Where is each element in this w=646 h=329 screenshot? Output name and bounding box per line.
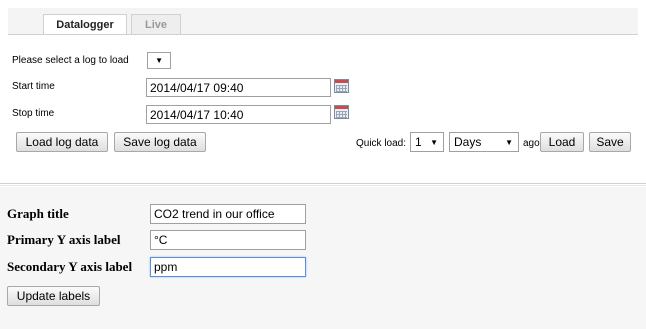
section-divider-shadow [0, 185, 646, 186]
start-calendar-icon[interactable] [334, 79, 349, 93]
save-log-data-button[interactable]: Save log data [114, 132, 206, 152]
stop-time-input[interactable] [146, 105, 331, 124]
quick-load-unit-value: Days [454, 135, 482, 149]
tab-bar: Datalogger Live [8, 8, 638, 35]
ago-label: ago [523, 138, 540, 149]
start-time-label: Start time [12, 81, 55, 92]
quick-load-unit-select[interactable]: Days ▼ [449, 132, 519, 152]
primary-y-axis-input[interactable] [150, 230, 306, 250]
tab-live[interactable]: Live [131, 14, 181, 34]
secondary-y-axis-label: Secondary Y axis label [7, 259, 133, 274]
secondary-y-axis-input[interactable] [150, 257, 306, 277]
quick-load-count-select[interactable]: 1 ▼ [410, 132, 444, 152]
tab-datalogger[interactable]: Datalogger [43, 14, 127, 35]
stop-time-label: Stop time [12, 108, 55, 119]
select-log-label: Please select a log to load [12, 55, 129, 66]
stop-calendar-icon[interactable] [334, 105, 349, 119]
log-select-dropdown[interactable]: ▼ [147, 52, 171, 69]
graph-title-label: Graph title [7, 206, 69, 221]
graph-settings-panel: Graph title Primary Y axis label Seconda… [0, 187, 646, 329]
section-divider [0, 183, 646, 184]
chevron-down-icon: ▼ [505, 138, 513, 147]
update-labels-button[interactable]: Update labels [7, 286, 100, 306]
chevron-down-icon: ▼ [155, 56, 163, 65]
start-time-input[interactable] [146, 78, 331, 97]
quick-load-button[interactable]: Load [540, 132, 584, 152]
quick-load-label: Quick load: [356, 138, 407, 149]
primary-y-axis-label: Primary Y axis label [7, 232, 121, 247]
load-log-data-button[interactable]: Load log data [16, 132, 108, 152]
graph-title-input[interactable] [150, 204, 306, 224]
datalogger-panel: Please select a log to load ▼ Start time… [8, 34, 638, 168]
quick-load-count-value: 1 [415, 135, 422, 149]
quick-save-button[interactable]: Save [589, 132, 631, 152]
chevron-down-icon: ▼ [430, 138, 438, 147]
